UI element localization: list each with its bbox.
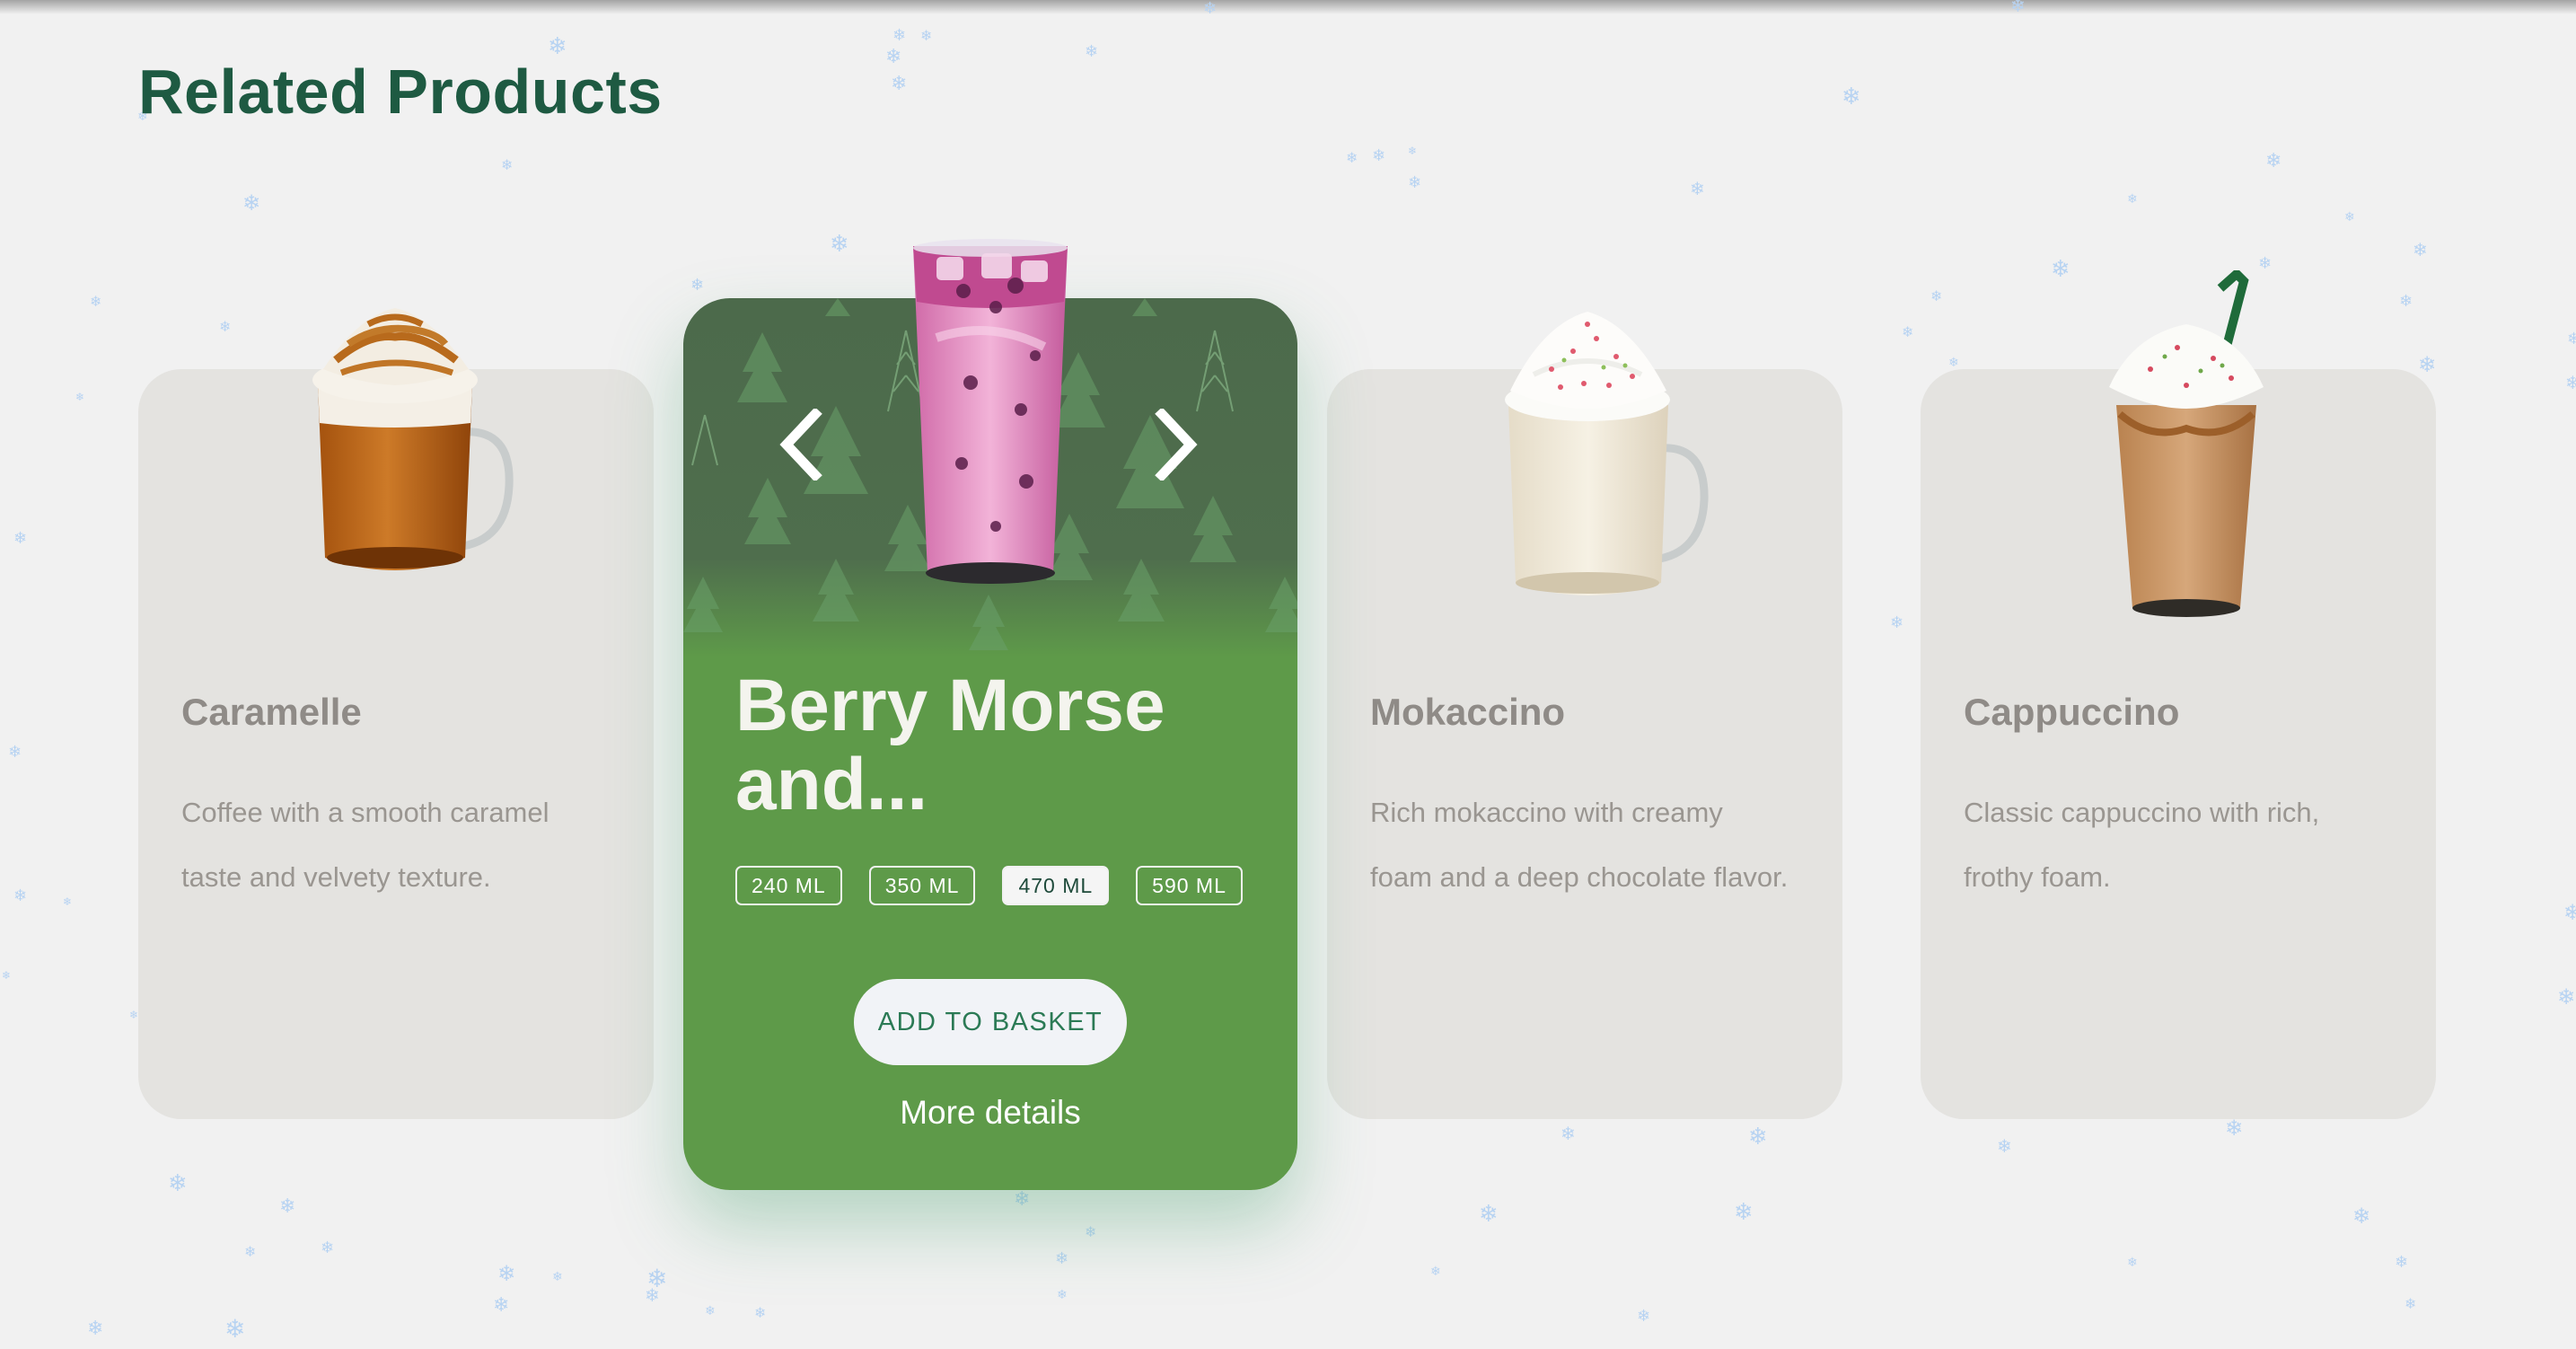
snowflake-icon: ❄ [891,73,908,95]
section-title: Related Products [138,57,663,127]
snowflake-icon: ❄ [242,190,261,216]
snowflake-icon: ❄ [690,276,705,295]
mokaccino-image [1505,312,1709,595]
snowflake-icon: ❄ [705,1304,716,1318]
snowflake-icon: ❄ [1408,173,1422,192]
snowflake-icon: ❄ [1690,178,1705,199]
product-name: Mokaccino [1370,691,1566,733]
size-option-470ml[interactable]: 470 ML [1002,866,1110,905]
snowflake-icon: ❄ [2225,1115,2244,1141]
snowflake-icon: ❄ [1842,84,1861,110]
snowflake-icon: ❄ [2399,292,2413,311]
size-option-350ml[interactable]: 350 ML [868,866,976,905]
snowflake-icon: ❄ [1948,356,1959,370]
snowflake-icon: ❄ [2557,984,2576,1010]
snowflake-icon: ❄ [8,743,22,762]
snowflake-icon: ❄ [2567,330,2576,348]
snowflake-icon: ❄ [1890,613,1904,632]
snowflake-icon: ❄ [244,1243,257,1260]
snowflake-icon: ❄ [497,1261,516,1286]
snowflake-icon: ❄ [2127,1256,2138,1270]
snowflake-icon: ❄ [321,1239,335,1257]
snowflake-icon: ❄ [1085,42,1099,61]
size-option-240ml[interactable]: 240 ML [735,866,842,905]
caramel-latte-image [312,308,514,570]
snowflake-icon: ❄ [1085,1223,1097,1240]
carousel-prev-button[interactable] [773,404,827,485]
snowflake-icon: ❄ [1055,1249,1069,1268]
snowflake-icon: ❄ [2127,192,2138,207]
snowflake-icon: ❄ [2413,239,2428,260]
berry-drink-image [913,239,1068,584]
cappuccino-image [2109,270,2264,617]
chevron-right-icon [1155,409,1198,481]
carousel-next-button[interactable] [1150,404,1204,485]
snowflake-icon: ❄ [1014,1188,1031,1211]
snowflake-icon: ❄ [493,1294,510,1317]
active-product-title: Berry Morse and... [735,665,1165,825]
product-card-caramelle[interactable]: Caramelle Coffee with a smooth caramel t… [138,308,654,1119]
snowflake-icon: ❄ [645,1284,660,1306]
snowflake-icon: ❄ [2010,0,2026,16]
snowflake-icon: ❄ [1748,1124,1768,1151]
snowflake-icon: ❄ [224,1314,246,1344]
snowflake-icon: ❄ [2405,1295,2417,1312]
snowflake-icon: ❄ [2563,900,2576,925]
snowflake-icon: ❄ [1902,323,1914,340]
snowflake-icon: ❄ [1734,1199,1754,1226]
snowflake-icon: ❄ [2051,256,2070,283]
snowflake-icon: ❄ [1372,146,1386,165]
snowflake-icon: ❄ [1057,1288,1068,1302]
snowflake-icon: ❄ [219,318,232,335]
snowflake-icon: ❄ [1408,145,1418,157]
active-product-card[interactable]: Berry Morse and... 240 ML 350 ML 470 ML … [683,239,1297,1190]
size-option-590ml[interactable]: 590 ML [1136,866,1243,905]
snowflake-icon: ❄ [501,156,514,173]
snowflake-icon: ❄ [2344,210,2355,225]
snowflake-icon: ❄ [2418,352,2437,377]
snowflake-icon: ❄ [1203,0,1218,18]
snowflake-icon: ❄ [1637,1307,1651,1326]
snowflake-icon: ❄ [1997,1135,2012,1157]
snowflake-icon: ❄ [279,1195,296,1218]
chevron-left-icon [779,409,822,481]
snowflake-icon: ❄ [1430,1265,1441,1279]
product-name: Cappuccino [1964,691,2180,733]
product-card-mokaccino[interactable]: Mokaccino Rich mokaccino with creamy foa… [1327,312,1842,1119]
product-card-cappuccino[interactable]: Cappuccino Classic cappuccino with rich,… [1921,270,2436,1119]
snowflake-icon: ❄ [1561,1123,1576,1144]
snowflake-icon: ❄ [2565,372,2576,393]
snowflake-icon: ❄ [2,969,12,982]
snowflake-icon: ❄ [75,391,85,403]
more-details-link[interactable]: More details [683,1094,1297,1132]
snowflake-icon: ❄ [2395,1253,2409,1272]
snowflake-icon: ❄ [885,46,902,68]
snowflake-icon: ❄ [90,293,102,310]
snowflake-icon: ❄ [63,895,73,908]
snowflake-icon: ❄ [920,27,933,44]
product-description: Rich mokaccino with creamy foam and a de… [1370,797,1789,893]
snowflake-icon: ❄ [1930,287,1943,304]
snowflake-icon: ❄ [1346,149,1358,166]
snowflake-icon: ❄ [2352,1204,2371,1229]
snowflake-icon: ❄ [168,1170,188,1197]
snowflake-icon: ❄ [892,26,907,45]
snowflake-icon: ❄ [13,886,28,905]
snowflake-icon: ❄ [1479,1201,1499,1228]
snowflake-icon: ❄ [552,1270,563,1284]
product-name: Caramelle [181,691,362,733]
snowflake-icon: ❄ [2265,150,2282,172]
add-to-basket-button[interactable]: ADD TO BASKET [854,979,1127,1065]
snowflake-icon: ❄ [129,1009,139,1021]
product-description: Coffee with a smooth caramel taste and v… [181,797,549,893]
snowflake-icon: ❄ [754,1304,767,1321]
product-description: Classic cappuccino with rich, frothy foa… [1964,797,2320,893]
snowflake-icon: ❄ [13,529,28,548]
snowflake-icon: ❄ [830,231,849,258]
snowflake-icon: ❄ [87,1318,104,1340]
size-selector: 240 ML 350 ML 470 ML 590 ML [735,866,1243,905]
